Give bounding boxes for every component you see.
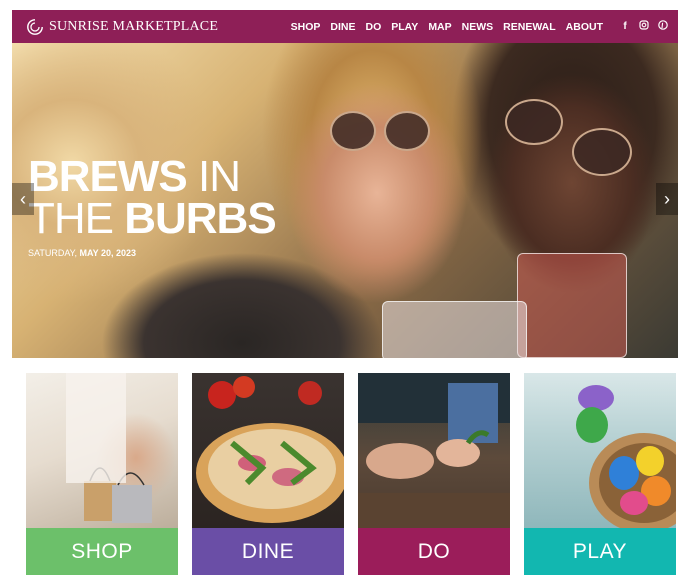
- hero-banner[interactable]: BREWS IN THE BURBS SATURDAY, MAY 20, 202…: [12, 43, 678, 358]
- play-image: [524, 373, 676, 533]
- card-do[interactable]: DO: [358, 373, 510, 575]
- card-label: PLAY: [524, 528, 676, 575]
- hero-title: BREWS IN THE BURBS: [28, 155, 277, 243]
- hero-photo-detail: [505, 99, 563, 145]
- main-nav: SHOP DINE DO PLAY MAP NEWS RENEWAL ABOUT…: [281, 20, 668, 33]
- instagram-icon[interactable]: [639, 20, 649, 33]
- hero-title-word: THE: [28, 194, 125, 243]
- card-shop[interactable]: SHOP: [26, 373, 178, 575]
- top-navbar: SUNRISE MARKETPLACE SHOP DINE DO PLAY MA…: [12, 10, 678, 43]
- hero-photo-detail: [572, 128, 632, 176]
- category-cards: SHOP DINE DO PLAY: [26, 373, 678, 575]
- hero-date: SATURDAY, MAY 20, 2023: [28, 248, 136, 258]
- shop-image: [26, 373, 178, 528]
- card-label: DO: [358, 528, 510, 575]
- pinterest-icon[interactable]: [658, 20, 668, 33]
- nav-map[interactable]: MAP: [428, 21, 451, 33]
- dine-image: [192, 373, 344, 528]
- card-play[interactable]: PLAY: [524, 373, 676, 575]
- nav-about[interactable]: ABOUT: [566, 21, 603, 33]
- page-frame: SUNRISE MARKETPLACE SHOP DINE DO PLAY MA…: [12, 10, 678, 585]
- card-dine[interactable]: DINE: [192, 373, 344, 575]
- hero-photo-detail: [517, 253, 627, 358]
- hero-date-day: SATURDAY,: [28, 248, 80, 258]
- nav-news[interactable]: NEWS: [462, 21, 494, 33]
- hero-photo-detail: [382, 301, 527, 358]
- card-label: SHOP: [26, 528, 178, 575]
- social-links: f: [611, 20, 668, 33]
- hero-photo-detail: [330, 111, 376, 151]
- hero-title-word: BURBS: [124, 194, 276, 243]
- do-image: [358, 373, 510, 528]
- card-label: DINE: [192, 528, 344, 575]
- next-slide-button[interactable]: ›: [656, 183, 678, 215]
- nav-play[interactable]: PLAY: [391, 21, 418, 33]
- nav-renewal[interactable]: RENEWAL: [503, 21, 556, 33]
- prev-slide-button[interactable]: ‹: [12, 183, 34, 215]
- sunrise-logo-icon: [27, 18, 43, 35]
- nav-do[interactable]: DO: [366, 21, 382, 33]
- nav-dine[interactable]: DINE: [330, 21, 355, 33]
- hero-photo-detail: [384, 111, 430, 151]
- hero-date-main: MAY 20, 2023: [79, 248, 137, 258]
- nav-shop[interactable]: SHOP: [291, 21, 321, 33]
- logo[interactable]: SUNRISE MARKETPLACE: [26, 18, 218, 36]
- brand-name: SUNRISE MARKETPLACE: [49, 18, 219, 34]
- facebook-icon[interactable]: f: [620, 21, 630, 32]
